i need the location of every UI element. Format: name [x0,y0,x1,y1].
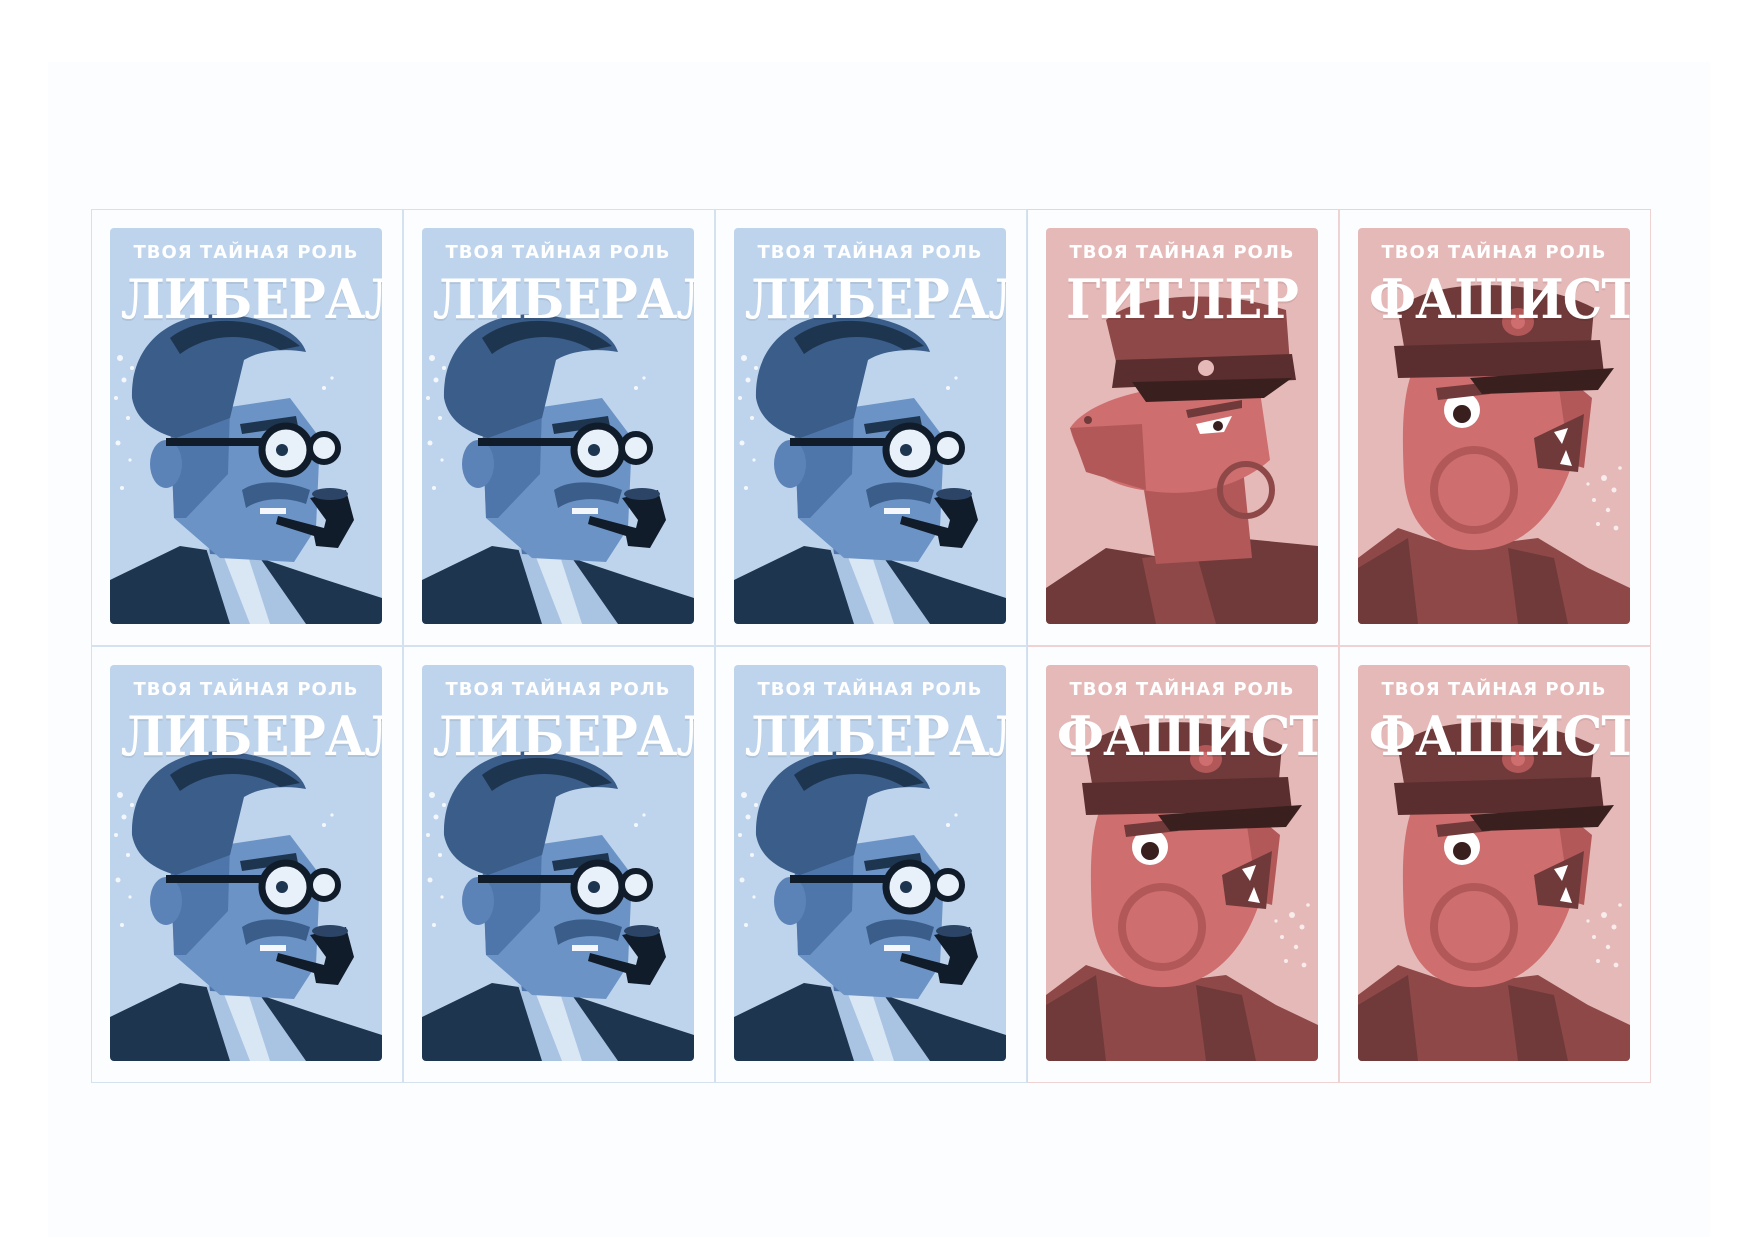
secret-role-card-fascist[interactable]: ТВОЯ ТАЙНАЯ РОЛЬ ФАШИСТ [1046,665,1318,1061]
card-role-name: ФАШИСТ [1056,704,1318,768]
secret-role-card-fascist[interactable]: ТВОЯ ТАЙНАЯ РОЛЬ ФАШИСТ [1358,228,1630,624]
card-subtitle: ТВОЯ ТАЙНАЯ РОЛЬ [133,242,359,263]
card-subtitle: ТВОЯ ТАЙНАЯ РОЛЬ [1381,242,1607,263]
card-cell: ТВОЯ ТАЙНАЯ РОЛЬ ЛИБЕРАЛ [403,646,715,1083]
card-role-name: ФАШИСТ [1368,704,1630,768]
card-subtitle: ТВОЯ ТАЙНАЯ РОЛЬ [757,242,983,263]
secret-role-card-liberal[interactable]: ТВОЯ ТАЙНАЯ РОЛЬ ЛИБЕРАЛ [110,228,382,624]
card-cell: ТВОЯ ТАЙНАЯ РОЛЬ ГИТЛЕР [1027,209,1339,646]
card-cell: ТВОЯ ТАЙНАЯ РОЛЬ ЛИБЕРАЛ [715,646,1027,1083]
secret-role-card-liberal[interactable]: ТВОЯ ТАЙНАЯ РОЛЬ ЛИБЕРАЛ [734,228,1006,624]
secret-role-card-fascist[interactable]: ТВОЯ ТАЙНАЯ РОЛЬ ФАШИСТ [1358,665,1630,1061]
secret-role-card-liberal[interactable]: ТВОЯ ТАЙНАЯ РОЛЬ ЛИБЕРАЛ [422,228,694,624]
card-role-name: ЛИБЕРАЛ [744,267,1006,331]
card-subtitle: ТВОЯ ТАЙНАЯ РОЛЬ [445,679,671,700]
card-role-name: ЛИБЕРАЛ [432,267,694,331]
card-subtitle: ТВОЯ ТАЙНАЯ РОЛЬ [757,679,983,700]
role-card-grid: ТВОЯ ТАЙНАЯ РОЛЬ ЛИБЕРАЛ ТВОЯ ТАЙНАЯ РОЛ… [91,209,1651,1083]
secret-role-card-liberal[interactable]: ТВОЯ ТАЙНАЯ РОЛЬ ЛИБЕРАЛ [110,665,382,1061]
card-cell: ТВОЯ ТАЙНАЯ РОЛЬ ЛИБЕРАЛ [91,209,403,646]
card-role-name: ГИТЛЕР [1066,267,1299,331]
card-cell: ТВОЯ ТАЙНАЯ РОЛЬ ФАШИСТ [1339,209,1651,646]
card-role-name: ФАШИСТ [1368,267,1630,331]
secret-role-card-liberal[interactable]: ТВОЯ ТАЙНАЯ РОЛЬ ЛИБЕРАЛ [734,665,1006,1061]
secret-role-card-liberal[interactable]: ТВОЯ ТАЙНАЯ РОЛЬ ЛИБЕРАЛ [422,665,694,1061]
card-role-name: ЛИБЕРАЛ [120,267,382,331]
card-role-name: ЛИБЕРАЛ [744,704,1006,768]
secret-role-card-hitler[interactable]: ТВОЯ ТАЙНАЯ РОЛЬ ГИТЛЕР [1046,228,1318,624]
card-cell: ТВОЯ ТАЙНАЯ РОЛЬ ФАШИСТ [1339,646,1651,1083]
card-cell: ТВОЯ ТАЙНАЯ РОЛЬ ФАШИСТ [1027,646,1339,1083]
card-role-name: ЛИБЕРАЛ [432,704,694,768]
card-subtitle: ТВОЯ ТАЙНАЯ РОЛЬ [1069,679,1295,700]
card-subtitle: ТВОЯ ТАЙНАЯ РОЛЬ [133,679,359,700]
card-subtitle: ТВОЯ ТАЙНАЯ РОЛЬ [1069,242,1295,263]
card-cell: ТВОЯ ТАЙНАЯ РОЛЬ ЛИБЕРАЛ [403,209,715,646]
card-subtitle: ТВОЯ ТАЙНАЯ РОЛЬ [1381,679,1607,700]
card-cell: ТВОЯ ТАЙНАЯ РОЛЬ ЛИБЕРАЛ [91,646,403,1083]
card-subtitle: ТВОЯ ТАЙНАЯ РОЛЬ [445,242,671,263]
card-cell: ТВОЯ ТАЙНАЯ РОЛЬ ЛИБЕРАЛ [715,209,1027,646]
card-role-name: ЛИБЕРАЛ [120,704,382,768]
